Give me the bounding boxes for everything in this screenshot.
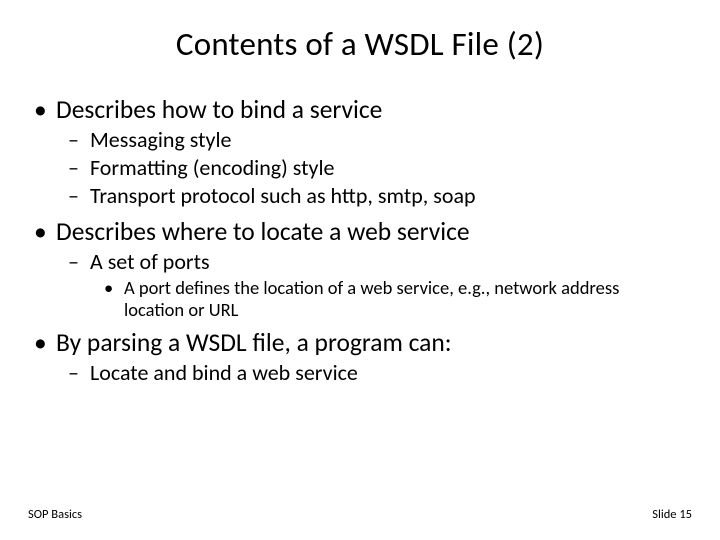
bullet-2: Describes where to locate a web service …: [56, 216, 692, 321]
bullet-1-text: Describes how to bind a service: [56, 94, 382, 125]
bullet-3-sub: Locate and bind a web service: [56, 360, 692, 387]
bullet-2-1: A set of ports A port defines the locati…: [90, 249, 692, 321]
bullet-1-1: Messaging style: [90, 127, 692, 154]
bullet-list: Describes how to bind a service Messagin…: [28, 94, 692, 387]
bullet-2-text: Describes where to locate a web service: [56, 216, 470, 247]
slide: Contents of a WSDL File (2) Describes ho…: [0, 0, 720, 540]
bullet-2-sub: A set of ports A port defines the locati…: [56, 249, 692, 321]
bullet-3-text: By parsing a WSDL file, a program can:: [56, 327, 452, 358]
bullet-3: By parsing a WSDL file, a program can: L…: [56, 327, 692, 387]
bullet-2-1-text: A set of ports: [90, 248, 210, 275]
bullet-1: Describes how to bind a service Messagin…: [56, 94, 692, 210]
footer-right: Slide 15: [652, 507, 692, 522]
bullet-2-1-1: A port defines the location of a web ser…: [124, 277, 692, 321]
bullet-1-sub: Messaging style Formatting (encoding) st…: [56, 127, 692, 209]
bullet-3-1: Locate and bind a web service: [90, 360, 692, 387]
slide-title: Contents of a WSDL File (2): [28, 24, 692, 64]
footer-left: SOP Basics: [28, 507, 82, 522]
bullet-1-3: Transport protocol such as http, smtp, s…: [90, 183, 692, 210]
bullet-1-2: Formatting (encoding) style: [90, 155, 692, 182]
bullet-2-1-sub: A port defines the location of a web ser…: [90, 277, 692, 321]
